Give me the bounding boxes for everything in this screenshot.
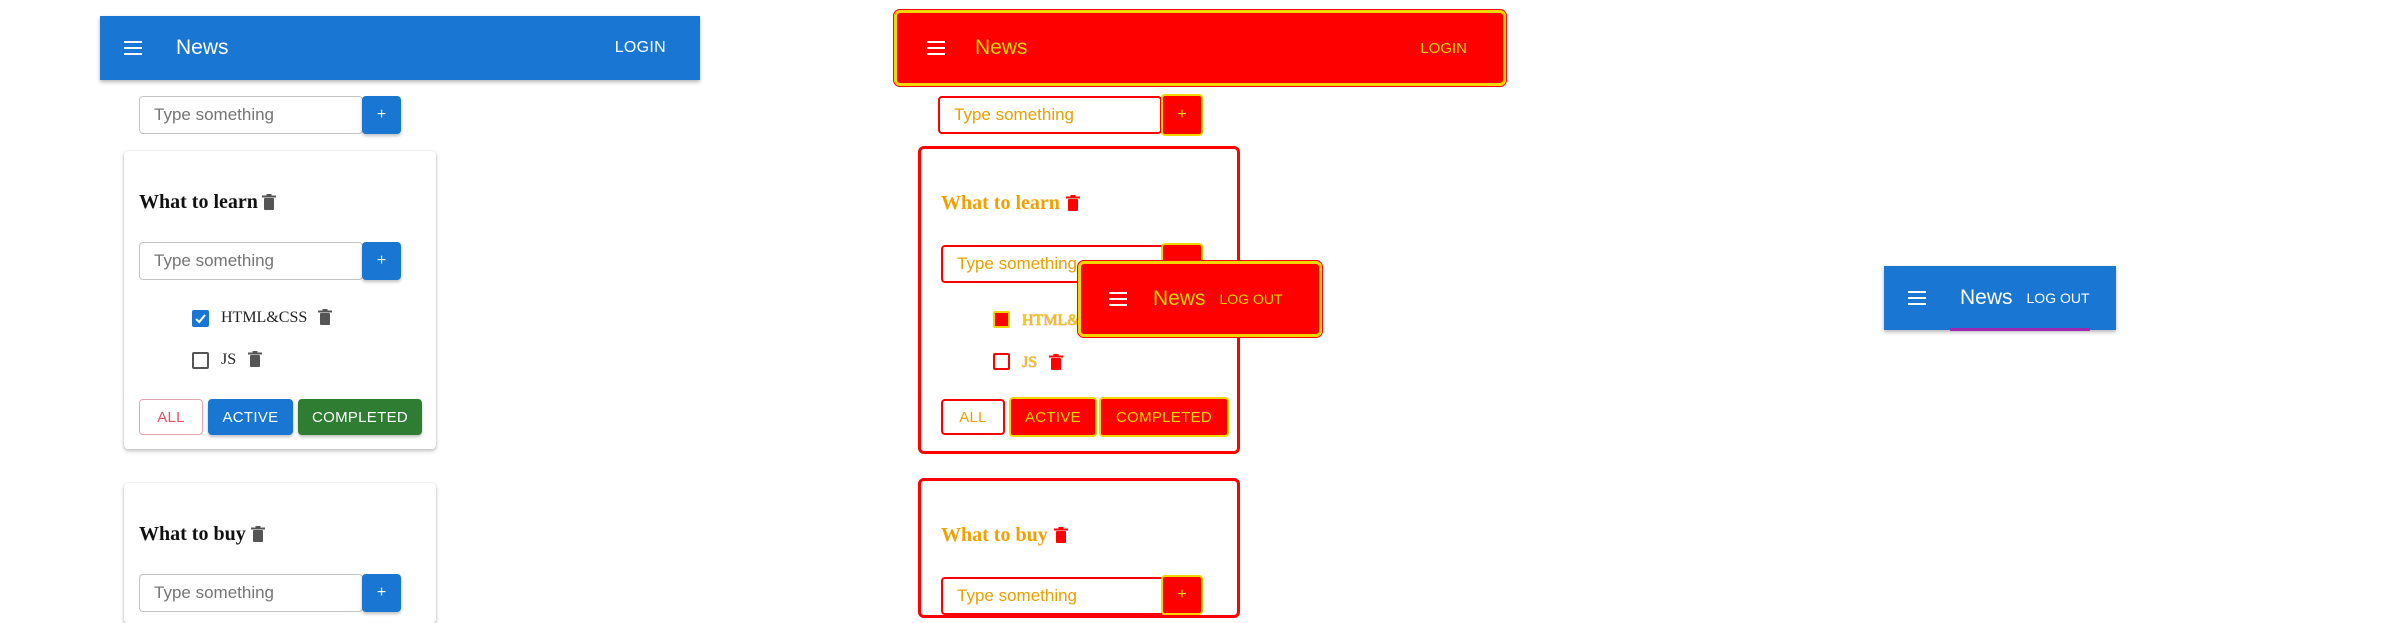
task-checkbox[interactable] [993, 311, 1010, 328]
trash-icon[interactable] [1054, 527, 1068, 543]
trash-icon[interactable] [1066, 195, 1080, 211]
filter-all-button[interactable]: ALL [941, 399, 1005, 435]
filter-completed-button[interactable]: COMPLETED [298, 399, 422, 435]
task-title: JS [221, 351, 237, 368]
todolist-title: What to buy [941, 524, 1048, 546]
logout-button[interactable]: LOG OUT [2027, 290, 2090, 306]
menu-icon[interactable] [1109, 292, 1127, 306]
todolist-card: What to learn + HTML&CSS JS ALL ACTIVE C… [124, 151, 436, 449]
task-checkbox[interactable] [192, 352, 209, 369]
add-todolist-button[interactable]: + [362, 96, 401, 134]
logout-button[interactable]: LOG OUT [1220, 291, 1283, 307]
app-bar: News LOGIN [100, 16, 700, 80]
debug-app-bar: News LOGIN [893, 9, 1507, 87]
menu-icon[interactable] [124, 36, 148, 60]
task-checkbox[interactable] [993, 353, 1010, 370]
todolist-card: What to buy + [124, 483, 436, 623]
login-button[interactable]: LOGIN [615, 39, 666, 57]
add-task-input[interactable] [139, 242, 363, 280]
trash-icon[interactable] [248, 351, 262, 367]
todolist-card: What to buy Type something + [918, 478, 1240, 618]
login-button[interactable]: LOGIN [1420, 40, 1467, 57]
progress-indicator [1950, 328, 2090, 331]
check-icon [195, 314, 206, 324]
add-todolist-input[interactable]: Type something [938, 96, 1162, 134]
todolist-title: What to learn [139, 191, 258, 213]
filter-all-button[interactable]: ALL [139, 399, 203, 435]
app-title: News [1960, 286, 2013, 309]
menu-icon[interactable] [927, 41, 945, 55]
trash-icon[interactable] [251, 526, 265, 542]
todolist-title: What to learn [941, 192, 1060, 214]
task-title: HTML&CSS [221, 309, 308, 326]
add-todolist-input[interactable] [139, 96, 363, 134]
filter-active-button[interactable]: ACTIVE [208, 399, 293, 435]
trash-icon[interactable] [318, 309, 332, 325]
add-task-button[interactable]: + [1161, 575, 1203, 615]
app-title: News [975, 36, 1028, 59]
app-title: News [1153, 287, 1206, 310]
add-task-input[interactable]: Type something [941, 577, 1165, 615]
todolist-title: What to buy [139, 523, 246, 545]
debug-app-bar-fragment: News LOG OUT [1077, 260, 1323, 338]
add-todolist-button[interactable]: + [1161, 94, 1203, 136]
trash-icon[interactable] [262, 194, 276, 210]
menu-icon[interactable] [1908, 286, 1932, 310]
filter-active-button[interactable]: ACTIVE [1009, 397, 1097, 437]
add-task-input[interactable] [139, 574, 363, 612]
add-task-button[interactable]: + [362, 242, 401, 280]
filter-completed-button[interactable]: COMPLETED [1099, 397, 1229, 437]
task-title: JS [1022, 354, 1038, 371]
add-task-button[interactable]: + [362, 574, 401, 612]
app-title: News [176, 36, 229, 59]
trash-icon[interactable] [1049, 354, 1063, 370]
compact-app-bar: News LOG OUT [1884, 266, 2116, 330]
task-checkbox[interactable] [192, 310, 209, 327]
